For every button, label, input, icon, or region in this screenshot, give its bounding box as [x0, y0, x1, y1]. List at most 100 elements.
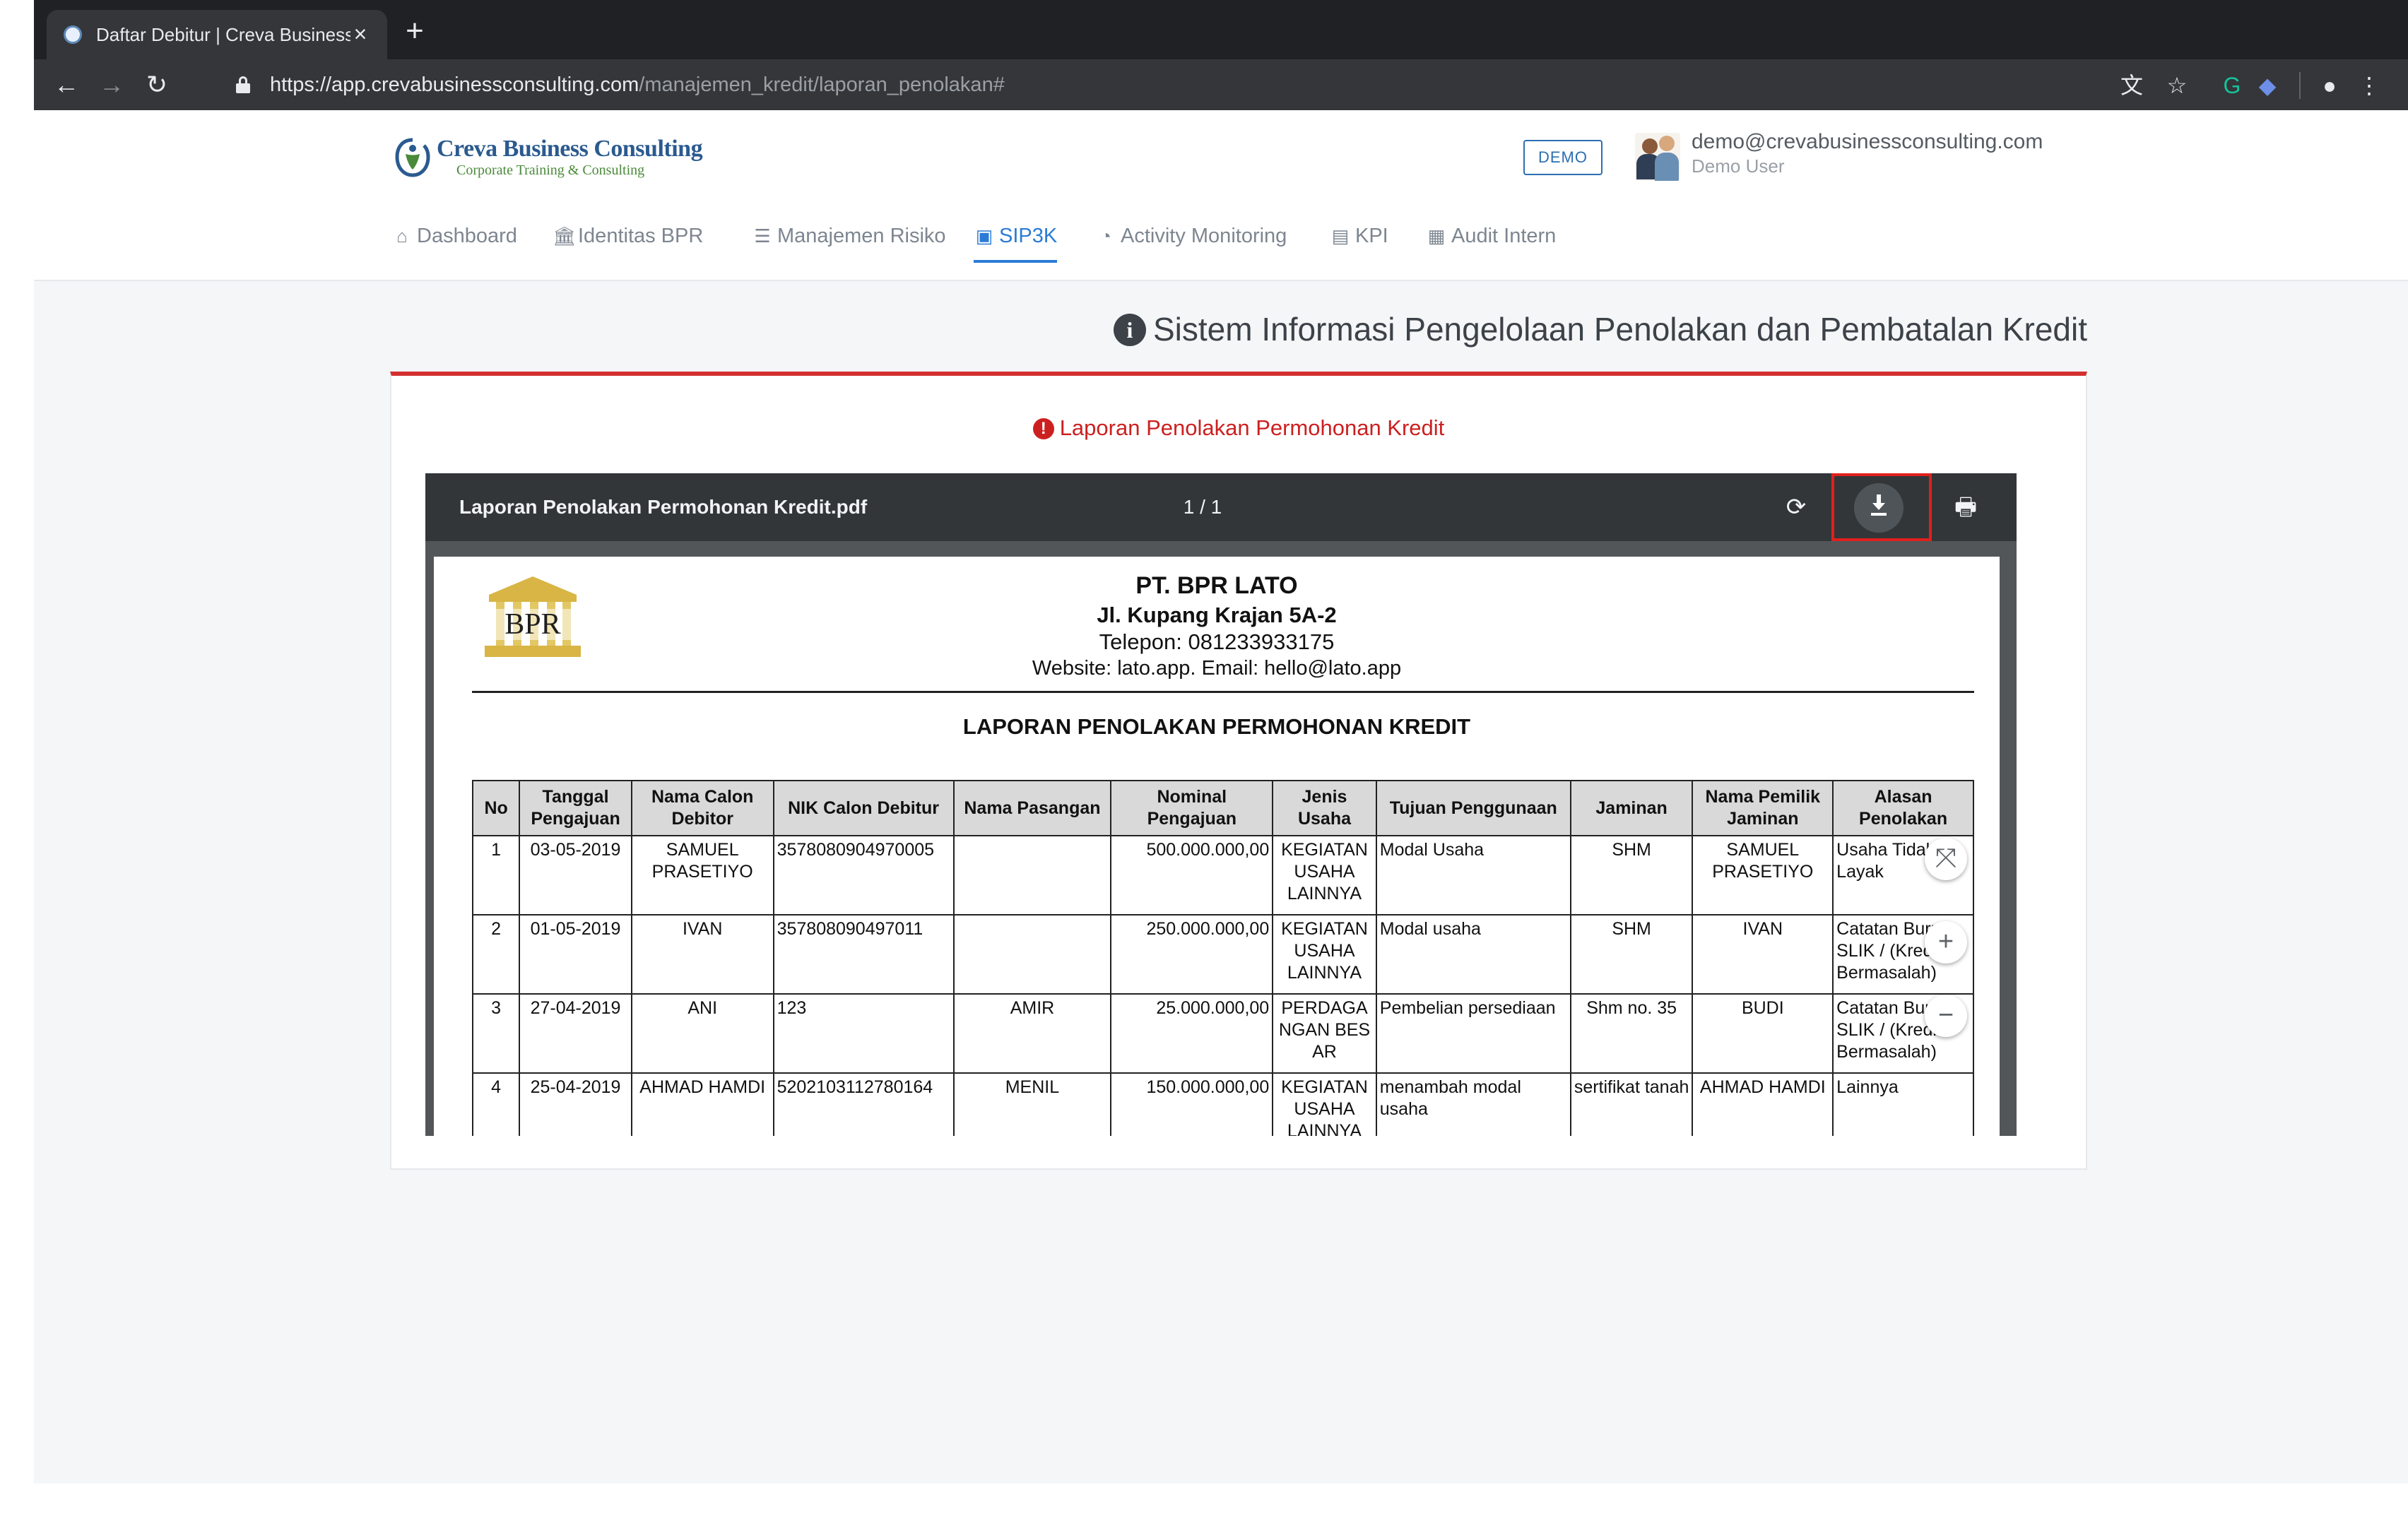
zoom-in-button[interactable]: +	[1925, 921, 1967, 964]
table-row: 2 01-05-2019 IVAN 357808090497011 250.00…	[471, 914, 1974, 995]
address-bar[interactable]: https://app.crevabusinessconsulting.com/…	[201, 59, 2066, 110]
table-cell: AHMAD HAMDI	[630, 1072, 774, 1136]
table-cell: sertifikat tanah	[1569, 1072, 1694, 1136]
pdf-viewer[interactable]: Laporan Penolakan Permohonan Kredit.pdf …	[425, 473, 2017, 1136]
table-cell: AMIR	[952, 993, 1112, 1074]
lock-icon	[236, 76, 250, 93]
table-cell: 250.000.000,00	[1110, 914, 1274, 995]
bank-icon: 🏛	[553, 225, 577, 247]
print-icon[interactable]: 🖶	[1950, 492, 1981, 523]
column-header: Tanggal Pengajuan	[519, 780, 632, 836]
column-header: Jaminan	[1569, 780, 1694, 836]
nav-item-label: SIP3K	[999, 225, 1058, 247]
favicon-icon	[64, 25, 82, 44]
app-header: Creva Business Consulting Corporate Trai…	[34, 110, 2408, 203]
nav-item-label: Identitas BPR	[578, 225, 704, 247]
logo-tagline: Corporate Training & Consulting	[456, 162, 645, 178]
table-row: 4 25-04-2019 AHMAD HAMDI 520210311278016…	[471, 1072, 1974, 1136]
tab-strip: Daftar Debitur | Creva Business Consulti…	[34, 0, 2408, 59]
table-cell: IVAN	[1692, 914, 1834, 995]
table-cell: 357808090497011	[772, 914, 955, 995]
home-icon: ⌂	[396, 225, 408, 247]
table-cell: 2	[471, 914, 521, 995]
table-cell: 150.000.000,00	[1110, 1072, 1274, 1136]
table-cell: 4	[471, 1072, 521, 1136]
nav-item-identitas-bpr[interactable]: 🏛 Identitas BPR	[553, 222, 703, 278]
user-role: Demo User	[1692, 155, 1785, 177]
profile-icon[interactable]: ●	[2316, 72, 2343, 99]
fit-to-page-button[interactable]: ⤧	[1925, 838, 1967, 880]
nav-item-sip3k[interactable]: ▣ SIP3K	[974, 222, 1058, 278]
user-email[interactable]: demo@crevabusinessconsulting.com	[1692, 130, 2043, 154]
column-header: Nominal Pengajuan	[1110, 780, 1274, 836]
demo-badge: DEMO	[1523, 140, 1603, 175]
nav-item-activity-monitoring[interactable]: ◔ Activity Monitoring	[1095, 222, 1287, 278]
calendar-check-icon: ▦	[1427, 225, 1446, 247]
table-cell: AHMAD HAMDI	[1692, 1072, 1834, 1136]
table-cell: KEGIATAN USAHA LAINNYA	[1272, 914, 1377, 995]
list-icon: ☰	[754, 225, 771, 247]
page-title: i Sistem Informasi Pengelolaan Penolakan …	[1032, 308, 2087, 350]
nav-item-label: Manajemen Risiko	[777, 225, 946, 247]
main-nav: ⌂ Dashboard 🏛 Identitas BPR ☰ Manajemen Ris…	[34, 202, 2408, 281]
new-tab-button[interactable]: +	[399, 16, 431, 48]
avatar[interactable]	[1635, 133, 1680, 181]
table-cell: Shm no. 35	[1569, 993, 1694, 1074]
table-cell: KEGIATAN USAHA LAINNYA	[1272, 1072, 1377, 1136]
nav-item-audit-intern[interactable]: ▦ Audit Intern	[1426, 222, 1557, 278]
close-tab-icon[interactable]: ×	[348, 21, 373, 47]
back-button[interactable]: ←	[49, 68, 83, 102]
forward-button[interactable]: →	[95, 68, 129, 102]
nav-item-label: KPI	[1355, 225, 1388, 247]
dashboard-gauge-icon: ◔	[1100, 225, 1111, 247]
extension-icon[interactable]: ◆	[2254, 72, 2281, 99]
column-header: Nama Pemilik Jaminan	[1692, 780, 1834, 836]
card-title-text: Laporan Penolakan Permohonan Kredit	[1059, 415, 1445, 440]
table-cell: 3	[471, 993, 521, 1074]
table-cell: KEGIATAN USAHA LAINNYA	[1272, 835, 1377, 915]
pdf-toolbar: Laporan Penolakan Permohonan Kredit.pdf …	[425, 473, 2017, 541]
header-divider	[472, 691, 1974, 693]
reload-button[interactable]: ↻	[140, 68, 174, 102]
nav-item-kpi[interactable]: ▤ KPI	[1330, 222, 1388, 278]
exclamation-circle-icon: !	[1032, 418, 1054, 439]
grammarly-extension-icon[interactable]: G	[2219, 72, 2245, 99]
company-name: PT. BPR LATO	[1135, 572, 1298, 599]
rotate-icon[interactable]: ⟳	[1781, 492, 1812, 523]
pdf-page: BPR PT. BPR LATO Jl. Kupang Krajan 5A-2 …	[434, 557, 2000, 1136]
bookmark-star-icon[interactable]: ☆	[2164, 72, 2190, 99]
card-title: ! Laporan Penolakan Permohonan Kredit	[391, 414, 2086, 442]
browser-window: Daftar Debitur | Creva Business Consulti…	[34, 0, 2408, 1483]
page-title-text: Sistem Informasi Pengelolaan Penolakan d…	[1152, 311, 2087, 348]
info-icon: i	[1113, 314, 1146, 346]
table-cell	[952, 835, 1112, 915]
column-header: Nama Pasangan	[952, 780, 1112, 836]
url-host: https://app.crevabusinessconsulting.com	[270, 73, 639, 96]
company-website: Website: lato.app. Email: hello@lato.app	[1032, 657, 1402, 680]
table-cell: IVAN	[630, 914, 774, 995]
table-cell: 5202103112780164	[772, 1072, 955, 1136]
table-cell: SHM	[1569, 914, 1694, 995]
report-table: No Tanggal Pengajuan Nama Calon Debitor …	[471, 780, 1974, 1136]
column-header: Tujuan Penggunaan	[1375, 780, 1571, 836]
translate-icon[interactable]: 文	[2118, 72, 2145, 99]
document-icon: ▤	[1331, 225, 1350, 247]
table-cell: 3578080904970005	[772, 835, 955, 915]
table-cell: 1	[471, 835, 521, 915]
left-edge-strip	[0, 0, 34, 1483]
nav-item-dashboard[interactable]: ⌂ Dashboard	[391, 222, 517, 278]
browser-menu-icon[interactable]: ⋮	[2356, 72, 2383, 99]
table-cell	[952, 914, 1112, 995]
table-cell: SHM	[1569, 835, 1694, 915]
table-row: 1 03-05-2019 SAMUEL PRASETIYO 3578080904…	[471, 835, 1974, 915]
creva-logo[interactable]: Creva Business Consulting Corporate Trai…	[394, 133, 703, 182]
zoom-out-button[interactable]: −	[1925, 995, 1967, 1037]
column-header: Nama Calon Debitor	[630, 780, 774, 836]
download-button[interactable]	[1854, 483, 1904, 533]
table-header-row: No Tanggal Pengajuan Nama Calon Debitor …	[471, 780, 1974, 836]
table-cell: SAMUEL PRASETIYO	[1692, 835, 1834, 915]
company-phone: Telepon: 081233933175	[1099, 629, 1335, 654]
browser-tab[interactable]: Daftar Debitur | Creva Business Consulti…	[47, 10, 387, 59]
nav-item-manajemen-risiko[interactable]: ☰ Manajemen Risiko	[752, 222, 946, 278]
table-cell: 25-04-2019	[519, 1072, 632, 1136]
